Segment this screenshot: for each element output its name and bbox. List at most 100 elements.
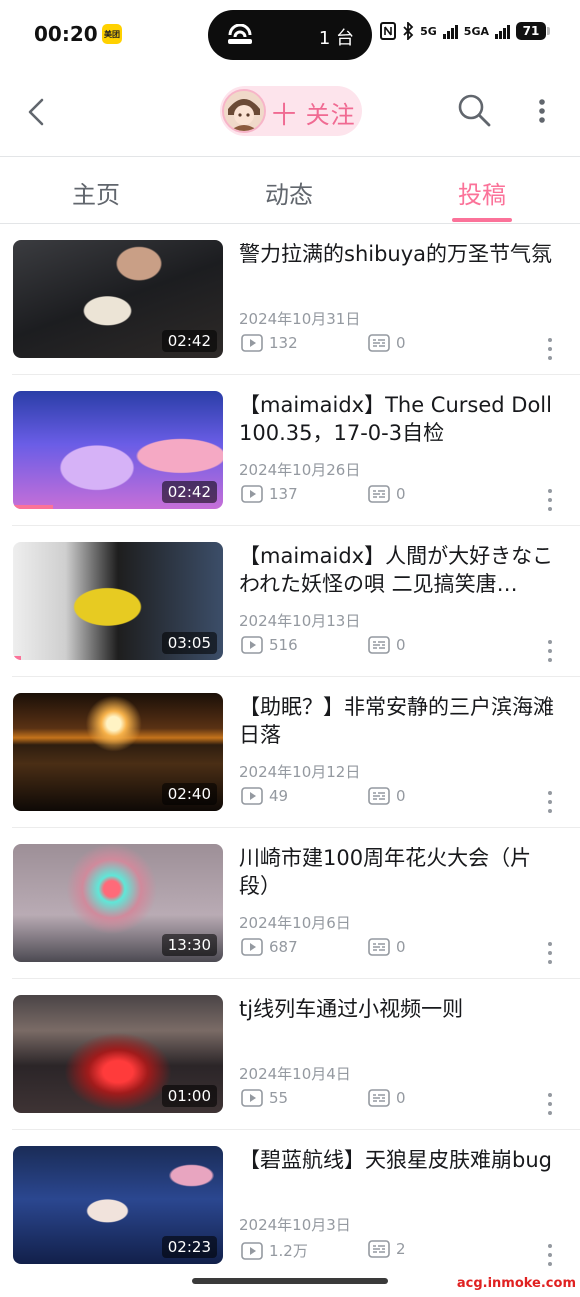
dynamic-island[interactable]: 1 台 [208,10,372,60]
video-date: 2024年10月26日 [239,461,361,479]
video-date: 2024年10月31日 [239,310,361,328]
battery-icon: 71 [516,22,550,40]
video-duration: 13:30 [161,934,217,956]
video-more-icon[interactable] [540,336,560,362]
danmaku-icon [368,334,390,352]
video-title[interactable]: 【maimaidx】人間が大好きなこわれた妖怪の唄 二见搞笑唐… [239,542,561,598]
play-count-value: 137 [269,485,298,503]
video-duration: 02:23 [161,1236,217,1258]
video-more-icon[interactable] [540,487,560,513]
video-item[interactable]: 02:42 【maimaidx】The Cursed Doll 100.35，1… [0,375,580,526]
video-thumbnail[interactable]: 02:40 [13,693,223,811]
nav-bar: 十 关注 [0,70,580,156]
video-more-icon[interactable] [540,789,560,815]
video-more-icon[interactable] [540,1242,560,1268]
play-count-icon [241,334,263,352]
signal-icon-2 [495,23,510,39]
danmaku-count: 2 [368,1240,406,1258]
status-bar: 00:20 美团 1 台 5G 5GA 71 [0,0,580,70]
home-indicator[interactable] [192,1278,388,1284]
watch-progress-bar [13,505,53,509]
play-count: 1.2万 [241,1240,308,1261]
more-options-button[interactable] [530,94,554,130]
video-item[interactable]: 02:23 【碧蓝航线】天狼星皮肤难崩bug 2024年10月3日 1.2万 2 [0,1130,580,1281]
danmaku-count-value: 2 [396,1240,406,1258]
play-count-icon [241,1241,263,1260]
video-item[interactable]: 01:00 tj线列车通过小视频一则 2024年10月4日 55 0 [0,979,580,1130]
active-tab-indicator [452,218,512,222]
danmaku-icon [368,1089,390,1107]
danmaku-count: 0 [368,1089,406,1107]
video-duration: 01:00 [161,1085,217,1107]
danmaku-count-value: 0 [396,334,406,352]
video-title[interactable]: 【碧蓝航线】天狼星皮肤难崩bug [239,1146,561,1174]
profile-tabs: 主页 动态 投稿 [0,157,580,223]
play-count: 516 [241,636,298,654]
play-count-icon [241,1089,263,1107]
video-duration: 03:05 [161,632,217,654]
video-date: 2024年10月13日 [239,612,361,630]
play-count-value: 55 [269,1089,289,1107]
video-thumbnail[interactable]: 01:00 [13,995,223,1113]
video-thumbnail[interactable]: 03:05 [13,542,223,660]
danmaku-count: 0 [368,636,406,654]
play-count: 132 [241,334,298,352]
danmaku-count-value: 0 [396,787,406,805]
island-device-count: 1 台 [318,28,354,49]
video-title[interactable]: 【maimaidx】The Cursed Doll 100.35，17-0-3自… [239,391,561,447]
status-icons: 5G 5GA 71 [380,22,550,40]
tab-submissions[interactable]: 投稿 [422,175,542,210]
danmaku-count-value: 0 [396,636,406,654]
video-title[interactable]: 【助眠？】非常安静的三户滨海滩日落 [239,693,561,749]
video-duration: 02:42 [161,481,217,503]
video-thumbnail[interactable]: 02:42 [13,240,223,358]
video-thumbnail[interactable]: 13:30 [13,844,223,962]
danmaku-icon [368,787,390,805]
danmaku-count: 0 [368,787,406,805]
danmaku-icon [368,636,390,654]
danmaku-count-value: 0 [396,938,406,956]
follow-button[interactable]: 十 关注 [220,86,362,136]
play-count-value: 49 [269,787,289,805]
play-count-value: 132 [269,334,298,352]
video-more-icon[interactable] [540,638,560,664]
video-more-icon[interactable] [540,940,560,966]
tab-dynamics[interactable]: 动态 [229,175,349,210]
video-date: 2024年10月6日 [239,914,351,932]
video-more-icon[interactable] [540,1091,560,1117]
search-icon [458,94,491,127]
network-type-2: 5GA [463,24,489,38]
video-date: 2024年10月4日 [239,1065,351,1083]
video-item[interactable]: 02:42 警力拉满的shibuya的万圣节气氛 2024年10月31日 132… [0,224,580,375]
video-item[interactable]: 13:30 川崎市建100周年花火大会（片段） 2024年10月6日 687 0 [0,828,580,979]
back-button[interactable] [22,92,52,132]
video-title[interactable]: 警力拉满的shibuya的万圣节气氛 [239,240,561,268]
video-item[interactable]: 03:05 【maimaidx】人間が大好きなこわれた妖怪の唄 二见搞笑唐… 2… [0,526,580,677]
play-count-value: 516 [269,636,298,654]
danmaku-count: 0 [368,485,406,503]
more-vertical-icon [539,99,545,123]
watermark: acg.inmoke.com [456,1276,576,1291]
play-count-icon [241,636,263,654]
play-count-value: 687 [269,938,298,956]
video-thumbnail[interactable]: 02:23 [13,1146,223,1264]
video-title[interactable]: tj线列车通过小视频一则 [239,995,561,1023]
avatar[interactable] [222,89,266,133]
signal-icon-1 [442,23,458,39]
cast-icon [228,24,252,44]
video-item[interactable]: 02:40 【助眠？】非常安静的三户滨海滩日落 2024年10月12日 49 0 [0,677,580,828]
tab-home[interactable]: 主页 [36,175,156,210]
play-count-icon [241,938,263,956]
danmaku-count: 0 [368,938,406,956]
video-thumbnail[interactable]: 02:42 [13,391,223,509]
play-count: 49 [241,787,288,805]
play-count-icon [241,787,263,805]
video-title[interactable]: 川崎市建100周年花火大会（片段） [239,844,561,900]
play-count: 55 [241,1089,288,1107]
bluetooth-icon [403,22,414,40]
play-count-value: 1.2万 [269,1242,308,1260]
search-button[interactable] [456,92,492,128]
danmaku-count-value: 0 [396,1089,406,1107]
network-type-1: 5G [420,24,437,38]
chevron-left-icon [28,98,44,126]
